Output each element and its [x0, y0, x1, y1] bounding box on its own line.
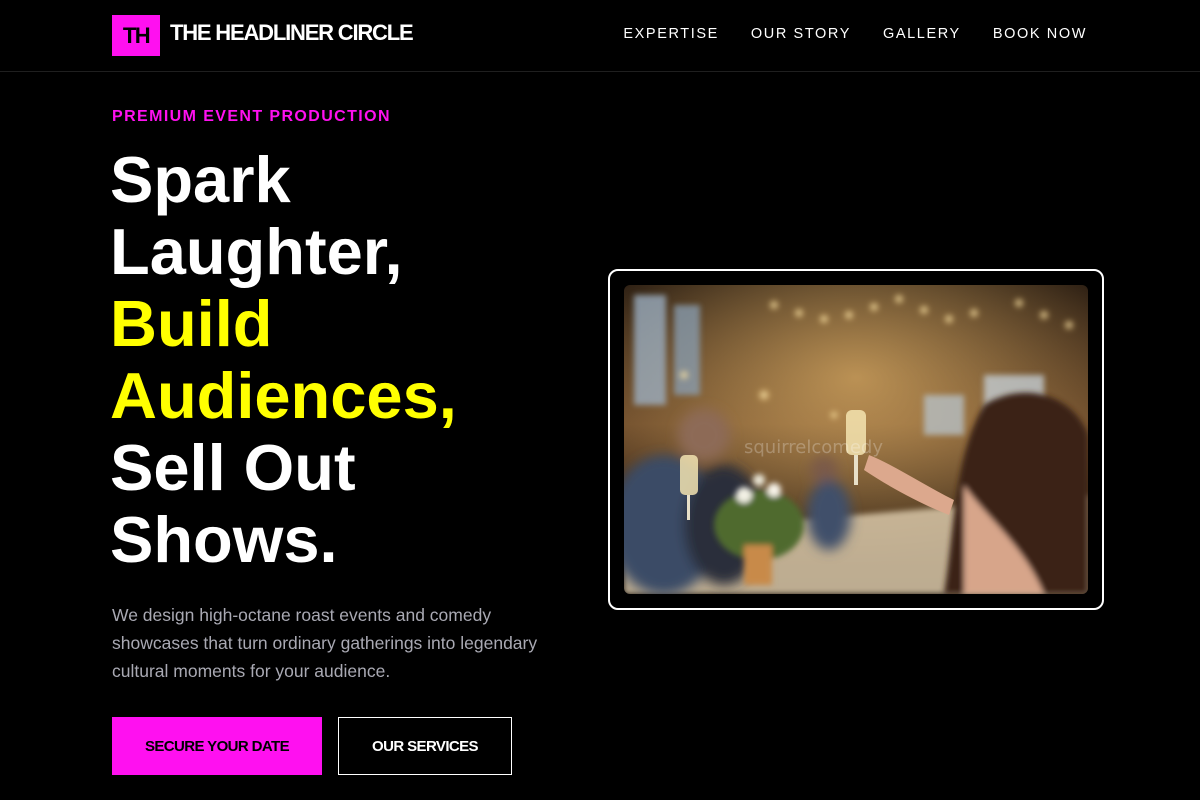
hero-image-frame: squirrelcomedy [608, 269, 1104, 610]
secure-your-date-button[interactable]: SECURE YOUR DATE [112, 717, 322, 775]
our-services-button[interactable]: OUR SERVICES [338, 717, 512, 775]
image-watermark: squirrelcomedy [744, 437, 883, 458]
hero-headline: Spark Laughter, Build Audiences, Sell Ou… [110, 144, 457, 576]
headline-line: Laughter, [110, 215, 403, 288]
headline-line: Sell Out [110, 431, 356, 504]
headline-line-highlight: Audiences, [110, 359, 457, 432]
nav-item-gallery[interactable]: GALLERY [883, 26, 961, 42]
event-photo: squirrelcomedy [624, 285, 1088, 594]
nav-item-expertise[interactable]: EXPERTISE [623, 26, 719, 42]
hero-eyebrow: PREMIUM EVENT PRODUCTION [112, 108, 391, 125]
event-photo-illustration: squirrelcomedy [624, 285, 1088, 594]
headline-line-highlight: Build [110, 287, 273, 360]
headline-line: Shows. [110, 503, 338, 576]
site-header: TH THE HEADLINER CIRCLE EXPERTISE OUR ST… [0, 0, 1200, 72]
nav-item-book-now[interactable]: BOOK NOW [993, 26, 1087, 42]
main-nav: EXPERTISE OUR STORY GALLERY BOOK NOW [623, 26, 1087, 42]
brand-name[interactable]: THE HEADLINER CIRCLE [170, 20, 414, 46]
hero-description: We design high-octane roast events and c… [112, 605, 538, 681]
nav-item-our-story[interactable]: OUR STORY [751, 26, 851, 42]
headline-line: Spark [110, 143, 291, 216]
logo-mark[interactable]: TH [112, 15, 160, 56]
